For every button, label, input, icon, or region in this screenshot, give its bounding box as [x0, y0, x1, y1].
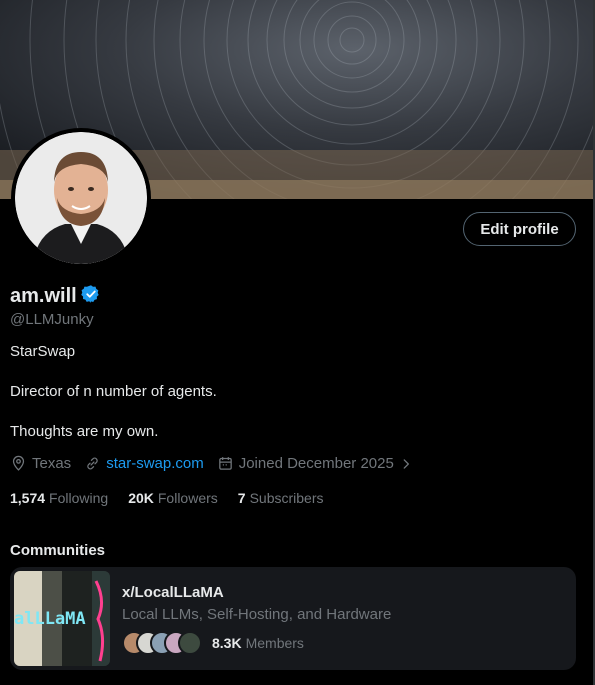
following-label: Following	[49, 490, 109, 506]
communities-heading: Communities	[10, 542, 106, 559]
profile-handle: @LLMJunky	[10, 311, 94, 328]
following-count: 1,574	[10, 490, 46, 506]
link-icon	[87, 457, 98, 470]
subscribers-link[interactable]: 7 Subscribers	[238, 490, 324, 506]
followers-count: 20K	[128, 490, 154, 506]
joined-item[interactable]: Joined December 2025	[217, 455, 413, 472]
chevron-right-icon	[403, 458, 409, 469]
community-name[interactable]: x/LocalLLaMA	[122, 584, 224, 601]
members-count: 8.3K	[212, 635, 242, 651]
profile-stats: 1,574 Following 20K Followers 7 Subscrib…	[10, 490, 344, 506]
followers-link[interactable]: 20K Followers	[128, 490, 218, 506]
display-name: am.will	[10, 285, 77, 307]
community-card[interactable]: alLLaMA x/LocalLLaMA Local LLMs, Self-Ho…	[10, 567, 576, 670]
community-thumb-text: alLLaMA	[14, 609, 86, 629]
followers-label: Followers	[157, 490, 218, 506]
profile-name-row: am.will	[10, 284, 101, 309]
calendar-icon	[218, 457, 232, 470]
bio-line: Thoughts are my own.	[10, 423, 159, 440]
joined-text: Joined December 2025	[238, 455, 394, 472]
subscribers-label: Subscribers	[249, 490, 324, 506]
profile-avatar[interactable]	[11, 128, 151, 268]
following-link[interactable]: 1,574 Following	[10, 490, 108, 506]
bio-line: Director of n number of agents.	[10, 383, 217, 400]
member-avatars	[122, 631, 202, 655]
bio-line: StarSwap	[10, 343, 76, 360]
verified-badge-icon[interactable]	[80, 284, 101, 309]
community-members: 8.3K Members	[122, 631, 304, 655]
member-avatar	[178, 631, 202, 655]
community-thumbnail: alLLaMA	[14, 571, 110, 666]
avatar-photo	[15, 132, 147, 264]
location-item: Texas	[10, 455, 71, 472]
subscribers-count: 7	[237, 490, 246, 506]
members-label: Members	[245, 635, 304, 651]
profile-meta-row: Texas star-swap.com Joined December 2025	[10, 455, 426, 472]
edit-profile-button[interactable]: Edit profile	[463, 212, 576, 246]
website-item[interactable]: star-swap.com	[84, 455, 204, 472]
community-description: Local LLMs, Self-Hosting, and Hardware	[122, 606, 392, 623]
website-link[interactable]: star-swap.com	[106, 455, 204, 472]
location-text: Texas	[32, 455, 72, 472]
location-pin-icon	[12, 455, 25, 471]
